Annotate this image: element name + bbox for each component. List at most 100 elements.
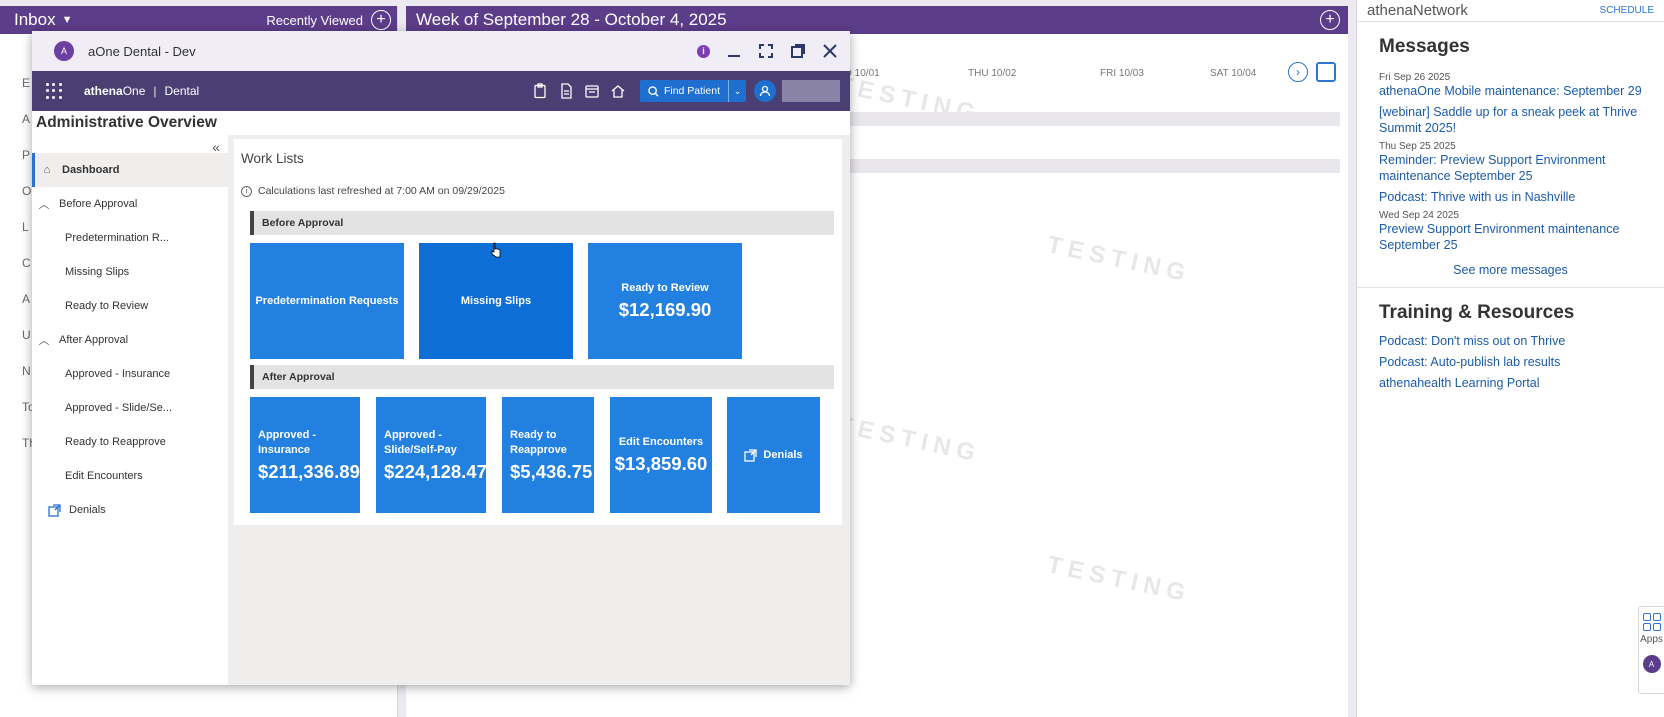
calendar-icon[interactable]	[1316, 62, 1336, 82]
see-more-messages-link[interactable]: See more messages	[1379, 263, 1642, 277]
refresh-note: i Calculations last refreshed at 7:00 AM…	[241, 185, 505, 197]
info-icon: i	[241, 185, 252, 197]
watermark: TESTING	[1044, 231, 1194, 288]
apps-grid-icon	[1642, 613, 1661, 631]
athena-network-panel: athenaNetwork SCHEDULE Messages Fri Sep …	[1356, 0, 1664, 717]
tile-label: Ready to Reapprove	[510, 428, 567, 456]
external-link-icon	[47, 503, 61, 517]
chevron-down-icon[interactable]: ⌄	[728, 80, 746, 102]
message-date: Fri Sep 26 2025	[1379, 72, 1451, 83]
tile-value: $224,128.47	[384, 460, 487, 482]
window-titlebar[interactable]: A aOne Dental - Dev i	[32, 31, 850, 71]
minimize-icon[interactable]	[726, 43, 742, 59]
sidebar-item-before-approval[interactable]: ︿ Before Approval	[32, 187, 228, 221]
sidebar-item-approved-slide[interactable]: Approved - Slide/Se...	[32, 391, 228, 425]
close-icon[interactable]	[822, 43, 838, 59]
find-patient-button[interactable]: Find Patient ⌄	[639, 80, 746, 102]
search-icon	[648, 85, 659, 97]
tile-approved-slide-self-pay[interactable]: Approved - Slide/Self-Pay $224,128.47	[376, 397, 487, 513]
avatar[interactable]: A	[1642, 655, 1661, 673]
tile-value: $5,436.75	[510, 460, 593, 482]
nav-icon-group	[532, 83, 626, 99]
sidebar-item-label: Ready to Reapprove	[65, 436, 166, 448]
tile-label: Approved - Slide/Self-Pay	[384, 428, 457, 456]
sidebar-item-denials[interactable]: Denials	[32, 493, 228, 527]
training-link[interactable]: Podcast: Don't miss out on Thrive	[1379, 334, 1642, 348]
info-icon[interactable]: i	[697, 44, 710, 58]
chevron-down-icon[interactable]: ▼	[62, 14, 73, 26]
message-link[interactable]: Podcast: Thrive with us in Nashville	[1379, 189, 1642, 205]
network-header: athenaNetwork SCHEDULE	[1357, 0, 1664, 22]
message-date: Wed Sep 24 2025	[1379, 210, 1459, 221]
sidebar-item-label: After Approval	[59, 334, 129, 346]
tile-predetermination-requests[interactable]: Predetermination Requests	[250, 243, 404, 359]
tile-value: $13,859.60	[614, 453, 708, 474]
tile-value: $12,169.90	[618, 299, 712, 320]
schedule-link[interactable]: SCHEDULE	[1600, 5, 1654, 16]
sidebar-item-label: Before Approval	[59, 198, 138, 210]
brand-logo: athenaOne | Dental	[84, 84, 200, 98]
sidebar-item-label: Edit Encounters	[65, 470, 143, 482]
messages-title: Messages	[1379, 36, 1470, 57]
tile-ready-to-reapprove[interactable]: Ready to Reapprove $5,436.75	[502, 397, 594, 513]
sidebar-item-predetermination[interactable]: Predetermination R...	[32, 221, 228, 255]
tile-denials[interactable]: Denials	[727, 397, 820, 513]
add-event-icon[interactable]: +	[1320, 10, 1340, 30]
day-header[interactable]: THU 10/02	[968, 68, 1016, 79]
refresh-note-text: Calculations last refreshed at 7:00 AM o…	[258, 185, 505, 197]
sidebar-item-after-approval[interactable]: ︿ After Approval	[32, 323, 228, 357]
message-link[interactable]: Preview Support Environment maintenance …	[1379, 221, 1642, 253]
dental-window: A aOne Dental - Dev i athenaOne|Dental	[32, 31, 850, 685]
find-patient-label: Find Patient	[663, 85, 720, 97]
before-approval-header: Before Approval	[250, 211, 834, 235]
home-icon[interactable]	[610, 83, 626, 99]
user-name-box[interactable]	[782, 80, 840, 102]
clipboard-icon[interactable]	[532, 83, 548, 99]
add-icon[interactable]: +	[371, 10, 391, 30]
message-link[interactable]: [webinar] Saddle up for a sneak peek at …	[1379, 104, 1642, 136]
training-link[interactable]: Podcast: Auto-publish lab results	[1379, 355, 1642, 369]
training-link[interactable]: athenahealth Learning Portal	[1379, 376, 1642, 390]
work-lists-panel: Work Lists i Calculations last refreshed…	[234, 139, 842, 525]
app-launcher-icon[interactable]	[46, 83, 62, 99]
apps-button[interactable]: Apps A	[1638, 606, 1664, 694]
sidebar-item-label: Dashboard	[62, 164, 120, 176]
message-link[interactable]: Reminder: Preview Support Environment ma…	[1379, 152, 1642, 184]
training-title: Training & Resources	[1379, 302, 1575, 323]
watermark: TESTING	[1044, 551, 1194, 608]
maximize-icon[interactable]	[758, 43, 774, 59]
sidebar-item-approved-insurance[interactable]: Approved - Insurance	[32, 357, 228, 391]
tile-label: Predetermination Requests	[255, 294, 399, 307]
popout-icon[interactable]	[790, 43, 806, 59]
tile-missing-slips[interactable]: Missing Slips	[419, 243, 573, 359]
tile-ready-to-review[interactable]: Ready to Review $12,169.90	[588, 243, 742, 359]
window-controls: i	[697, 43, 838, 59]
sidebar-item-dashboard[interactable]: ⌂ Dashboard	[32, 153, 228, 187]
sidebar-item-label: Missing Slips	[65, 266, 130, 278]
sidebar-item-edit-encounters[interactable]: Edit Encounters	[32, 459, 228, 493]
recently-viewed-link[interactable]: Recently Viewed	[266, 13, 363, 28]
chevron-up-icon: ︿	[38, 199, 50, 211]
tile-value: $211,336.89	[258, 460, 360, 482]
inbox-title[interactable]: Inbox	[14, 10, 56, 30]
next-week-icon[interactable]: ›	[1288, 62, 1308, 82]
sidebar-item-missing-slips[interactable]: Missing Slips	[32, 255, 228, 289]
after-approval-header: After Approval	[250, 365, 834, 389]
document-icon[interactable]	[558, 83, 574, 99]
day-header[interactable]: FRI 10/03	[1100, 68, 1144, 79]
tile-label: Approved - Insurance	[258, 428, 317, 456]
calendar-icon[interactable]	[584, 83, 600, 99]
tile-approved-insurance[interactable]: Approved - Insurance $211,336.89	[250, 397, 360, 513]
tile-label: Edit Encounters	[618, 436, 704, 448]
message-link[interactable]: athenaOne Mobile maintenance: September …	[1379, 83, 1642, 99]
home-icon: ⌂	[43, 164, 51, 176]
tile-edit-encounters[interactable]: Edit Encounters $13,859.60	[610, 397, 712, 513]
user-icon[interactable]	[754, 80, 776, 102]
sidebar-item-ready-to-review[interactable]: Ready to Review	[32, 289, 228, 323]
page-title: Administrative Overview	[36, 114, 217, 131]
network-brand: athenaNetwork	[1367, 2, 1468, 19]
page-title-bar: Administrative Overview	[32, 111, 850, 135]
sidebar-item-ready-to-reapprove[interactable]: Ready to Reapprove	[32, 425, 228, 459]
window-title: aOne Dental - Dev	[88, 43, 196, 59]
day-header[interactable]: SAT 10/04	[1210, 68, 1256, 79]
